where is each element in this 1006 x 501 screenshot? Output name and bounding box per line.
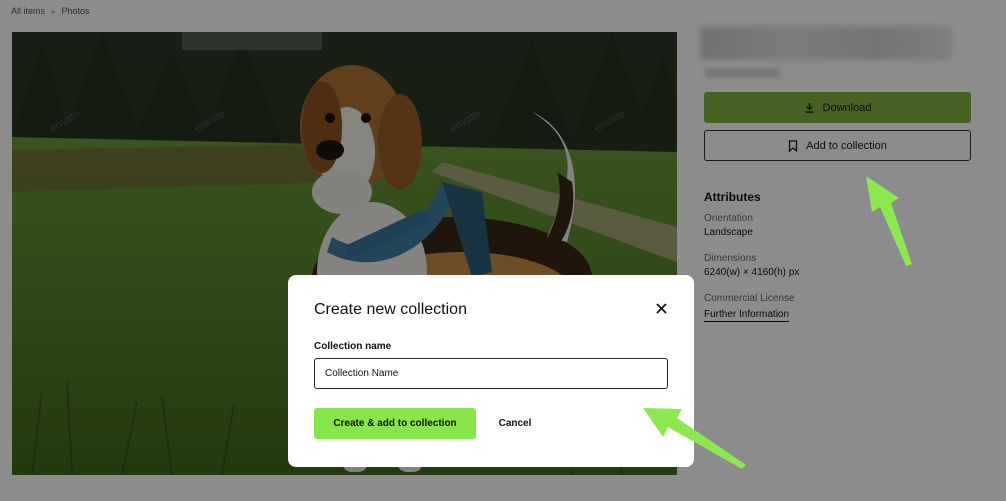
dialog-title: Create new collection xyxy=(314,301,467,318)
collection-name-input[interactable] xyxy=(314,358,668,389)
create-collection-dialog: Create new collection Collection name Cr… xyxy=(288,275,694,467)
collection-name-label: Collection name xyxy=(314,341,392,352)
close-icon xyxy=(655,302,667,314)
page: All items » Photos envato envato envato … xyxy=(0,0,1006,501)
create-and-add-button[interactable]: Create & add to collection xyxy=(314,408,476,439)
close-button[interactable] xyxy=(652,299,670,317)
cancel-button[interactable]: Cancel xyxy=(490,408,540,439)
